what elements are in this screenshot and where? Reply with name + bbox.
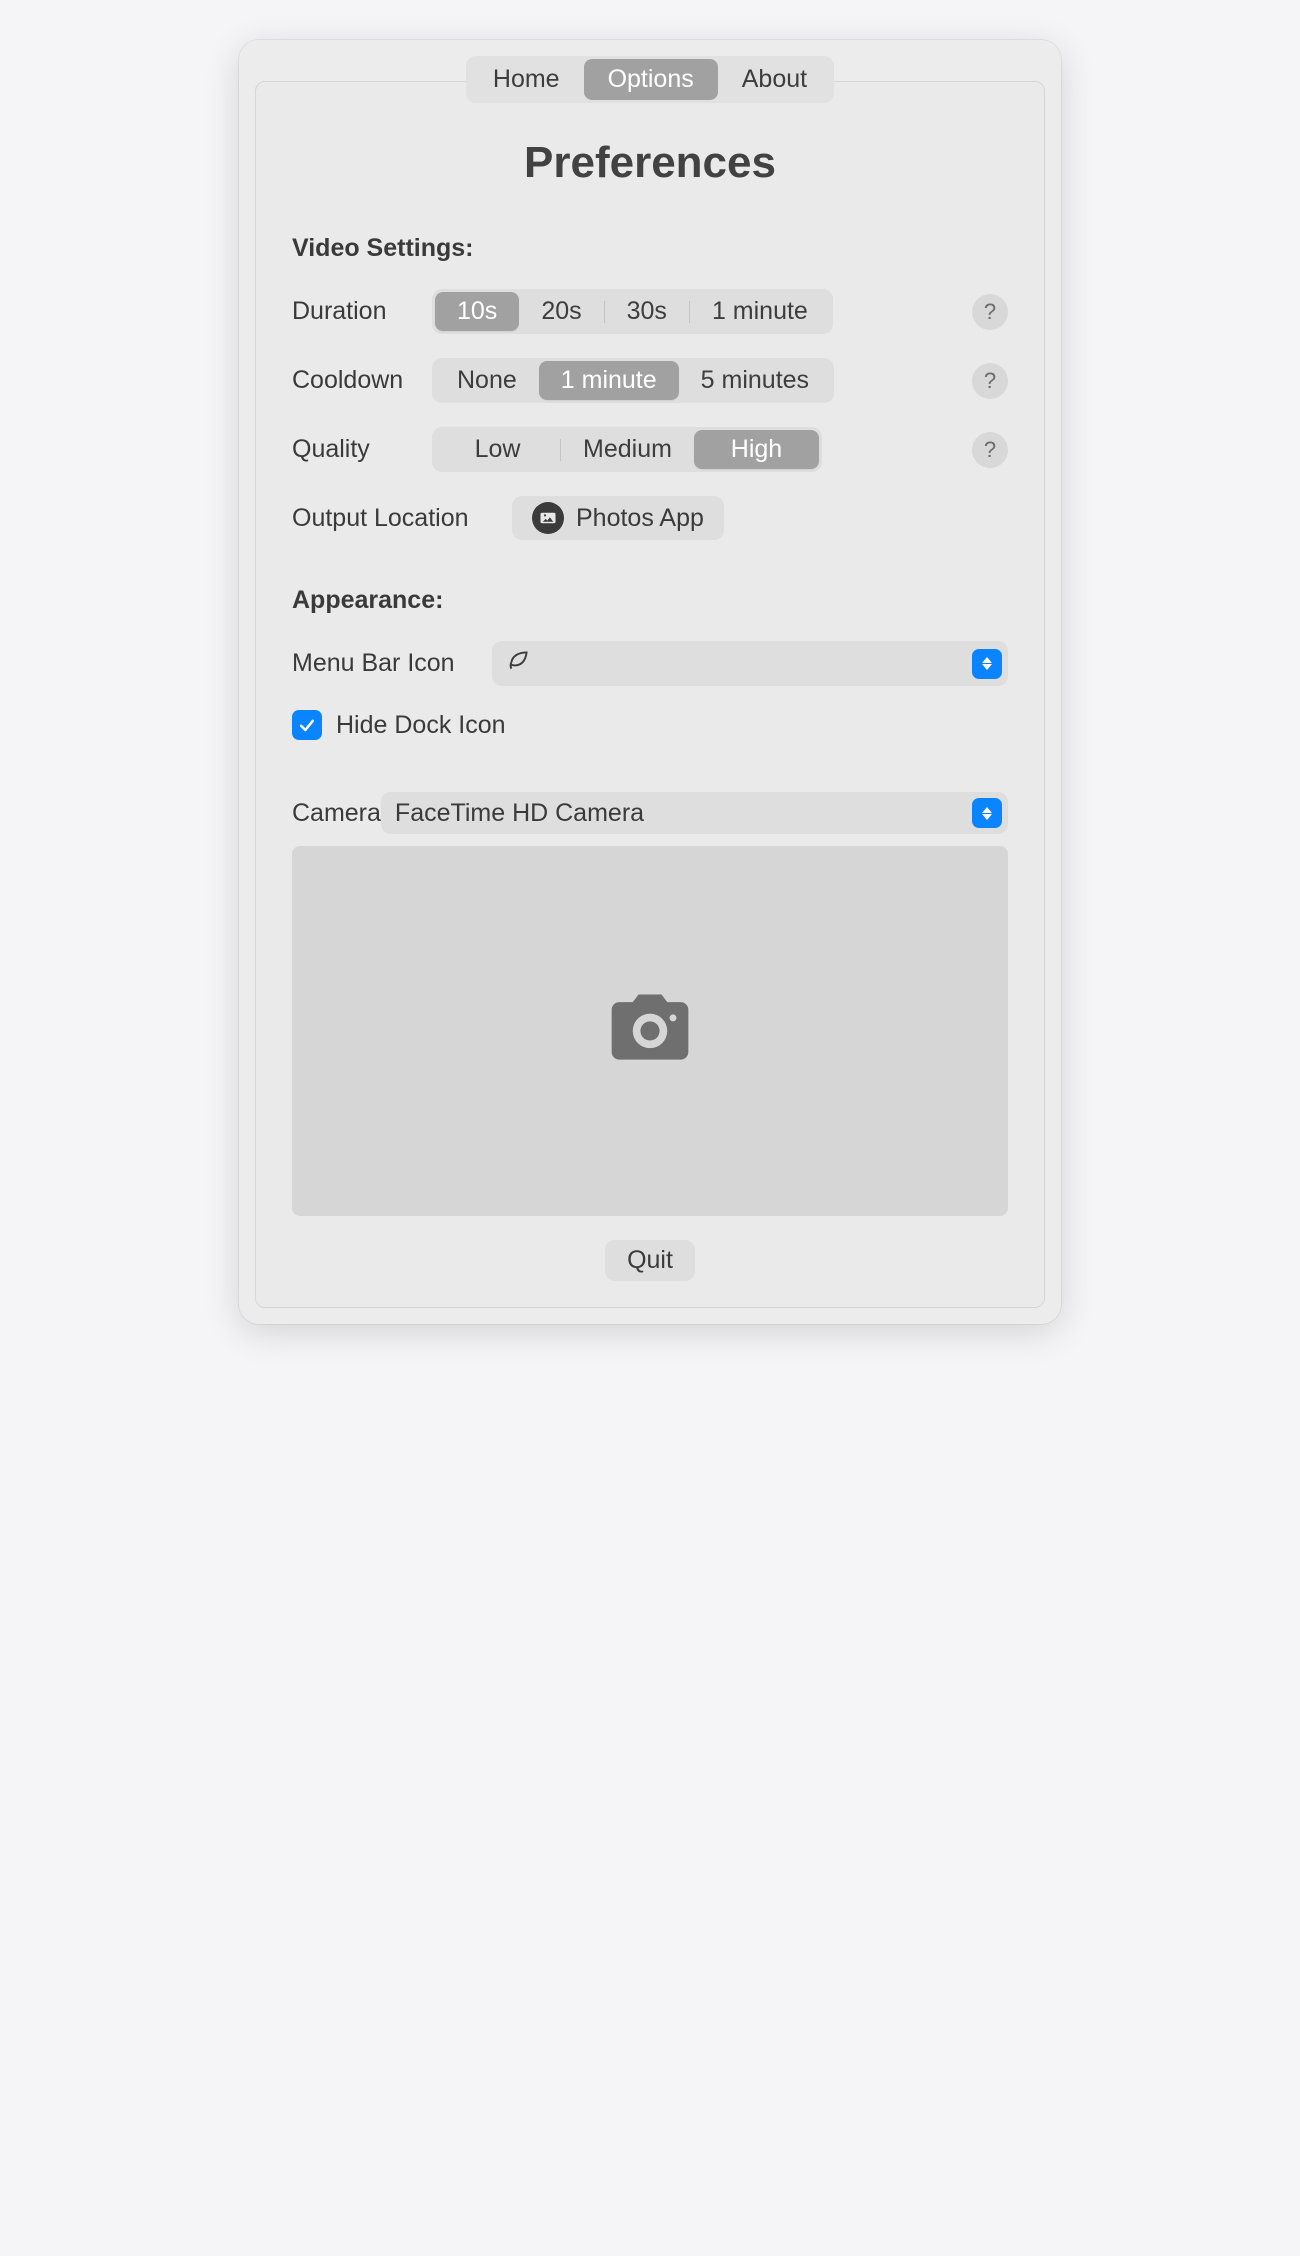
help-button-quality[interactable]: ? — [972, 432, 1008, 468]
quit-button[interactable]: Quit — [605, 1240, 695, 1281]
row-menu-bar-icon: Menu Bar Icon — [292, 641, 1008, 686]
duration-option-10s[interactable]: 10s — [435, 292, 519, 331]
label-duration: Duration — [292, 297, 432, 326]
section-video-heading: Video Settings: — [292, 234, 1008, 263]
preferences-panel: Preferences Video Settings: Duration 10s… — [255, 81, 1045, 1308]
label-cooldown: Cooldown — [292, 366, 432, 395]
chevron-up-down-icon — [972, 649, 1002, 679]
cooldown-option-1min[interactable]: 1 minute — [539, 361, 679, 400]
quit-row: Quit — [292, 1240, 1008, 1281]
row-quality: Quality Low Medium High ? — [292, 427, 1008, 472]
segmented-duration[interactable]: 10s 20s 30s 1 minute — [432, 289, 833, 334]
photo-icon — [532, 502, 564, 534]
help-button-cooldown[interactable]: ? — [972, 363, 1008, 399]
cooldown-option-none[interactable]: None — [435, 361, 539, 400]
camera-icon — [590, 983, 710, 1080]
label-camera: Camera — [292, 799, 381, 828]
hide-dock-icon-checkbox[interactable] — [292, 710, 322, 740]
camera-preview — [292, 846, 1008, 1216]
duration-option-1min[interactable]: 1 minute — [690, 292, 830, 331]
tab-about[interactable]: About — [718, 59, 831, 100]
section-appearance-heading: Appearance: — [292, 586, 1008, 615]
segmented-cooldown[interactable]: None 1 minute 5 minutes — [432, 358, 834, 403]
label-output-location: Output Location — [292, 504, 512, 533]
row-hide-dock-icon: Hide Dock Icon — [292, 710, 1008, 740]
output-location-button[interactable]: Photos App — [512, 496, 724, 540]
segmented-quality[interactable]: Low Medium High — [432, 427, 822, 472]
row-camera: Camera FaceTime HD Camera — [292, 792, 1008, 834]
tab-bar-inner: Home Options About — [466, 56, 834, 103]
quality-option-high[interactable]: High — [694, 430, 819, 469]
row-duration: Duration 10s 20s 30s 1 minute ? — [292, 289, 1008, 334]
output-location-value: Photos App — [576, 504, 704, 533]
label-quality: Quality — [292, 435, 432, 464]
chevron-up-down-icon — [972, 798, 1002, 828]
label-hide-dock-icon: Hide Dock Icon — [336, 711, 506, 740]
cooldown-option-5min[interactable]: 5 minutes — [679, 361, 831, 400]
duration-option-20s[interactable]: 20s — [519, 292, 603, 331]
help-button-duration[interactable]: ? — [972, 294, 1008, 330]
quality-option-medium[interactable]: Medium — [561, 430, 694, 469]
tab-bar: Home Options About — [255, 56, 1045, 103]
duration-option-30s[interactable]: 30s — [605, 292, 689, 331]
tab-options[interactable]: Options — [584, 59, 718, 100]
label-menu-bar-icon: Menu Bar Icon — [292, 649, 492, 678]
preferences-window: Home Options About Preferences Video Set… — [239, 40, 1061, 1324]
quality-option-low[interactable]: Low — [435, 430, 560, 469]
camera-selected-value: FaceTime HD Camera — [395, 799, 644, 828]
leaf-icon — [506, 647, 532, 680]
menu-bar-icon-select[interactable] — [492, 641, 1008, 686]
row-output-location: Output Location Photos App — [292, 496, 1008, 540]
tab-home[interactable]: Home — [469, 59, 584, 100]
page-title: Preferences — [292, 138, 1008, 188]
row-cooldown: Cooldown None 1 minute 5 minutes ? — [292, 358, 1008, 403]
camera-select[interactable]: FaceTime HD Camera — [381, 792, 1008, 834]
